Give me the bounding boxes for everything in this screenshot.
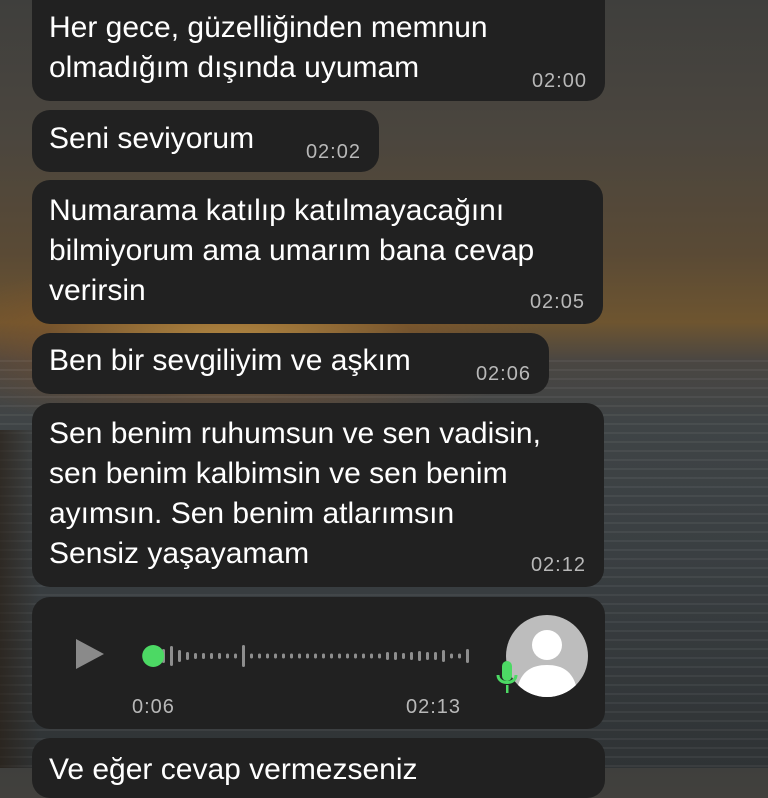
message-bubble[interactable]: Her gece, güzelliğinden memnun olmadığım… (32, 0, 605, 101)
waveform-bar (450, 653, 453, 659)
message-bubble[interactable]: Ben bir sevgiliyim ve aşkım 02:06 (32, 333, 549, 394)
waveform-bar (274, 653, 277, 659)
waveform-bar (378, 653, 381, 659)
message-text: Sen benim ruhumsun ve sen vadisin, sen b… (49, 417, 541, 570)
message-time: 02:12 (530, 554, 586, 576)
waveform-bar (234, 653, 237, 659)
waveform-bar (330, 653, 333, 659)
waveform-bar (402, 653, 405, 659)
play-icon[interactable] (76, 639, 104, 669)
message-text: Numarama katılıp katılmayacağını bilmiyo… (49, 194, 535, 307)
message-text: Seni seviyorum (49, 122, 255, 155)
waveform-bar (338, 653, 341, 659)
waveform-bar (442, 650, 445, 662)
message-bubble[interactable]: Ve eğer cevap vermezseniz (32, 738, 605, 798)
waveform-bar (186, 652, 189, 660)
waveform-bar (322, 653, 325, 659)
waveform-bar (282, 653, 285, 659)
waveform-bar (178, 650, 181, 662)
waveform-bar (306, 653, 309, 659)
waveform-bar (298, 653, 301, 659)
waveform-bar (218, 653, 221, 659)
message-text: Ve eğer cevap vermezseniz (49, 753, 418, 786)
waveform-bar (258, 653, 261, 659)
message-bubble[interactable]: Sen benim ruhumsun ve sen vadisin, sen b… (32, 403, 604, 587)
waveform-bar (266, 653, 269, 659)
waveform-bar (410, 652, 413, 660)
waveform-bar (226, 653, 229, 659)
waveform-bar (242, 645, 245, 667)
waveform-bar (210, 653, 213, 659)
message-bubble[interactable]: Seni seviyorum 02:02 (32, 110, 379, 172)
waveform-bar (202, 653, 205, 659)
voice-message-time: 02:13 (406, 696, 462, 718)
message-time: 02:00 (531, 70, 587, 92)
message-text: Ben bir sevgiliyim ve aşkım (49, 344, 411, 377)
playback-scrubber[interactable] (142, 645, 165, 667)
waveform-bar (386, 652, 389, 660)
waveform-bar (314, 653, 317, 659)
waveform-bar (250, 653, 253, 659)
voice-duration: 0:06 (132, 696, 175, 718)
waveform-bar (394, 652, 397, 660)
waveform-bar (466, 649, 469, 663)
waveform-bar (426, 652, 429, 660)
waveform-bar (418, 651, 421, 661)
message-time: 02:05 (529, 291, 585, 313)
waveform-bar (458, 653, 461, 659)
message-time: 02:02 (305, 141, 361, 163)
message-text: Her gece, güzelliğinden memnun olmadığım… (49, 11, 488, 84)
avatar-placeholder-icon[interactable] (506, 615, 588, 697)
waveform-bar (354, 653, 357, 659)
waveform-bar (434, 652, 437, 660)
message-time: 02:06 (475, 363, 531, 385)
waveform-bar (194, 653, 197, 659)
message-bubble[interactable]: Numarama katılıp katılmayacağını bilmiyo… (32, 180, 603, 324)
waveform-bar (170, 646, 173, 666)
waveform-bar (290, 653, 293, 659)
voice-message-bubble[interactable]: 0:06 02:13 (32, 597, 605, 729)
waveform-bar (362, 653, 365, 659)
audio-waveform[interactable] (132, 641, 472, 671)
waveform-bar (346, 653, 349, 659)
waveform-bar (370, 653, 373, 659)
microphone-icon (496, 661, 518, 693)
